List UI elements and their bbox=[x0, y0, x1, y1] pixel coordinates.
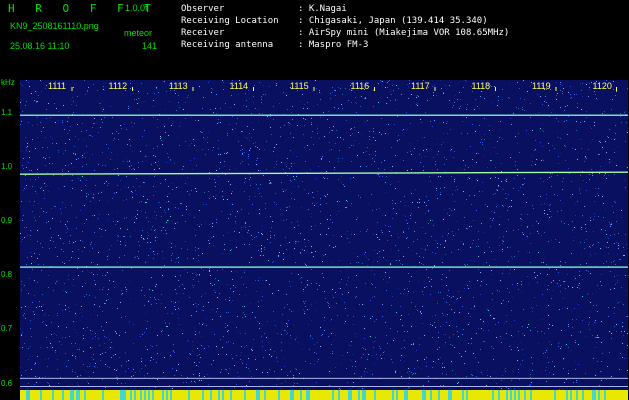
plot-background bbox=[20, 80, 628, 400]
y-tick-label: 1.0 bbox=[1, 161, 13, 171]
observer-value: : K.Nagai bbox=[298, 4, 347, 14]
observer-label: Observer bbox=[181, 4, 225, 14]
x-tick-label: 1119 bbox=[532, 81, 551, 91]
x-tick-label: 1112 bbox=[109, 81, 128, 91]
bottom-level-bar bbox=[20, 390, 628, 400]
location-label: Receiving Location bbox=[181, 16, 279, 26]
y-tick-label: 0.7 bbox=[1, 324, 13, 334]
x-tick-label: 1120 bbox=[593, 81, 612, 91]
receiver-value: : AirSpy mini (Miakejima VOR 108.65MHz) bbox=[298, 28, 510, 38]
receiver-label: Receiver bbox=[181, 28, 225, 38]
x-tick-label: 1115 bbox=[290, 81, 309, 91]
y-tick-label: 0.8 bbox=[1, 270, 13, 280]
x-tick-label: 1111 bbox=[48, 81, 66, 91]
meteor-label: meteor bbox=[124, 28, 153, 38]
x-tick-label: 1113 bbox=[169, 81, 188, 91]
y-axis-label: kHz bbox=[1, 78, 15, 87]
antenna-label: Receiving antenna bbox=[181, 40, 274, 50]
meteor-count: 141 bbox=[142, 41, 158, 51]
y-axis: kHz 1.1 1.0 0.9 0.8 0.7 0.6 bbox=[0, 78, 20, 400]
x-tick-label: 1117 bbox=[411, 81, 430, 91]
antenna-value: : Maspro FM-3 bbox=[298, 40, 369, 50]
location-value: : Chigasaki, Japan (139.414 35.340) bbox=[298, 16, 488, 26]
x-tick-label: 1116 bbox=[351, 81, 370, 91]
app-version: 1.0.0f bbox=[125, 3, 148, 13]
header-panel: H R O F F T 1.0.0f KN9_2508161110.png me… bbox=[0, 0, 629, 78]
capture-datetime: 25.08.16 11:10 bbox=[10, 41, 70, 51]
x-tick-label: 1118 bbox=[472, 81, 491, 91]
y-tick-label: 1.1 bbox=[1, 107, 13, 117]
x-tick-label: 1114 bbox=[230, 81, 249, 91]
y-tick-label: 0.9 bbox=[1, 216, 13, 226]
file-name: KN9_2508161110.png bbox=[10, 21, 99, 31]
spectrogram-plot: 1111 1112 1113 1114 1115 1116 1117 1118 1119 1120 bbox=[20, 80, 628, 400]
y-tick-label: 0.6 bbox=[1, 378, 13, 388]
